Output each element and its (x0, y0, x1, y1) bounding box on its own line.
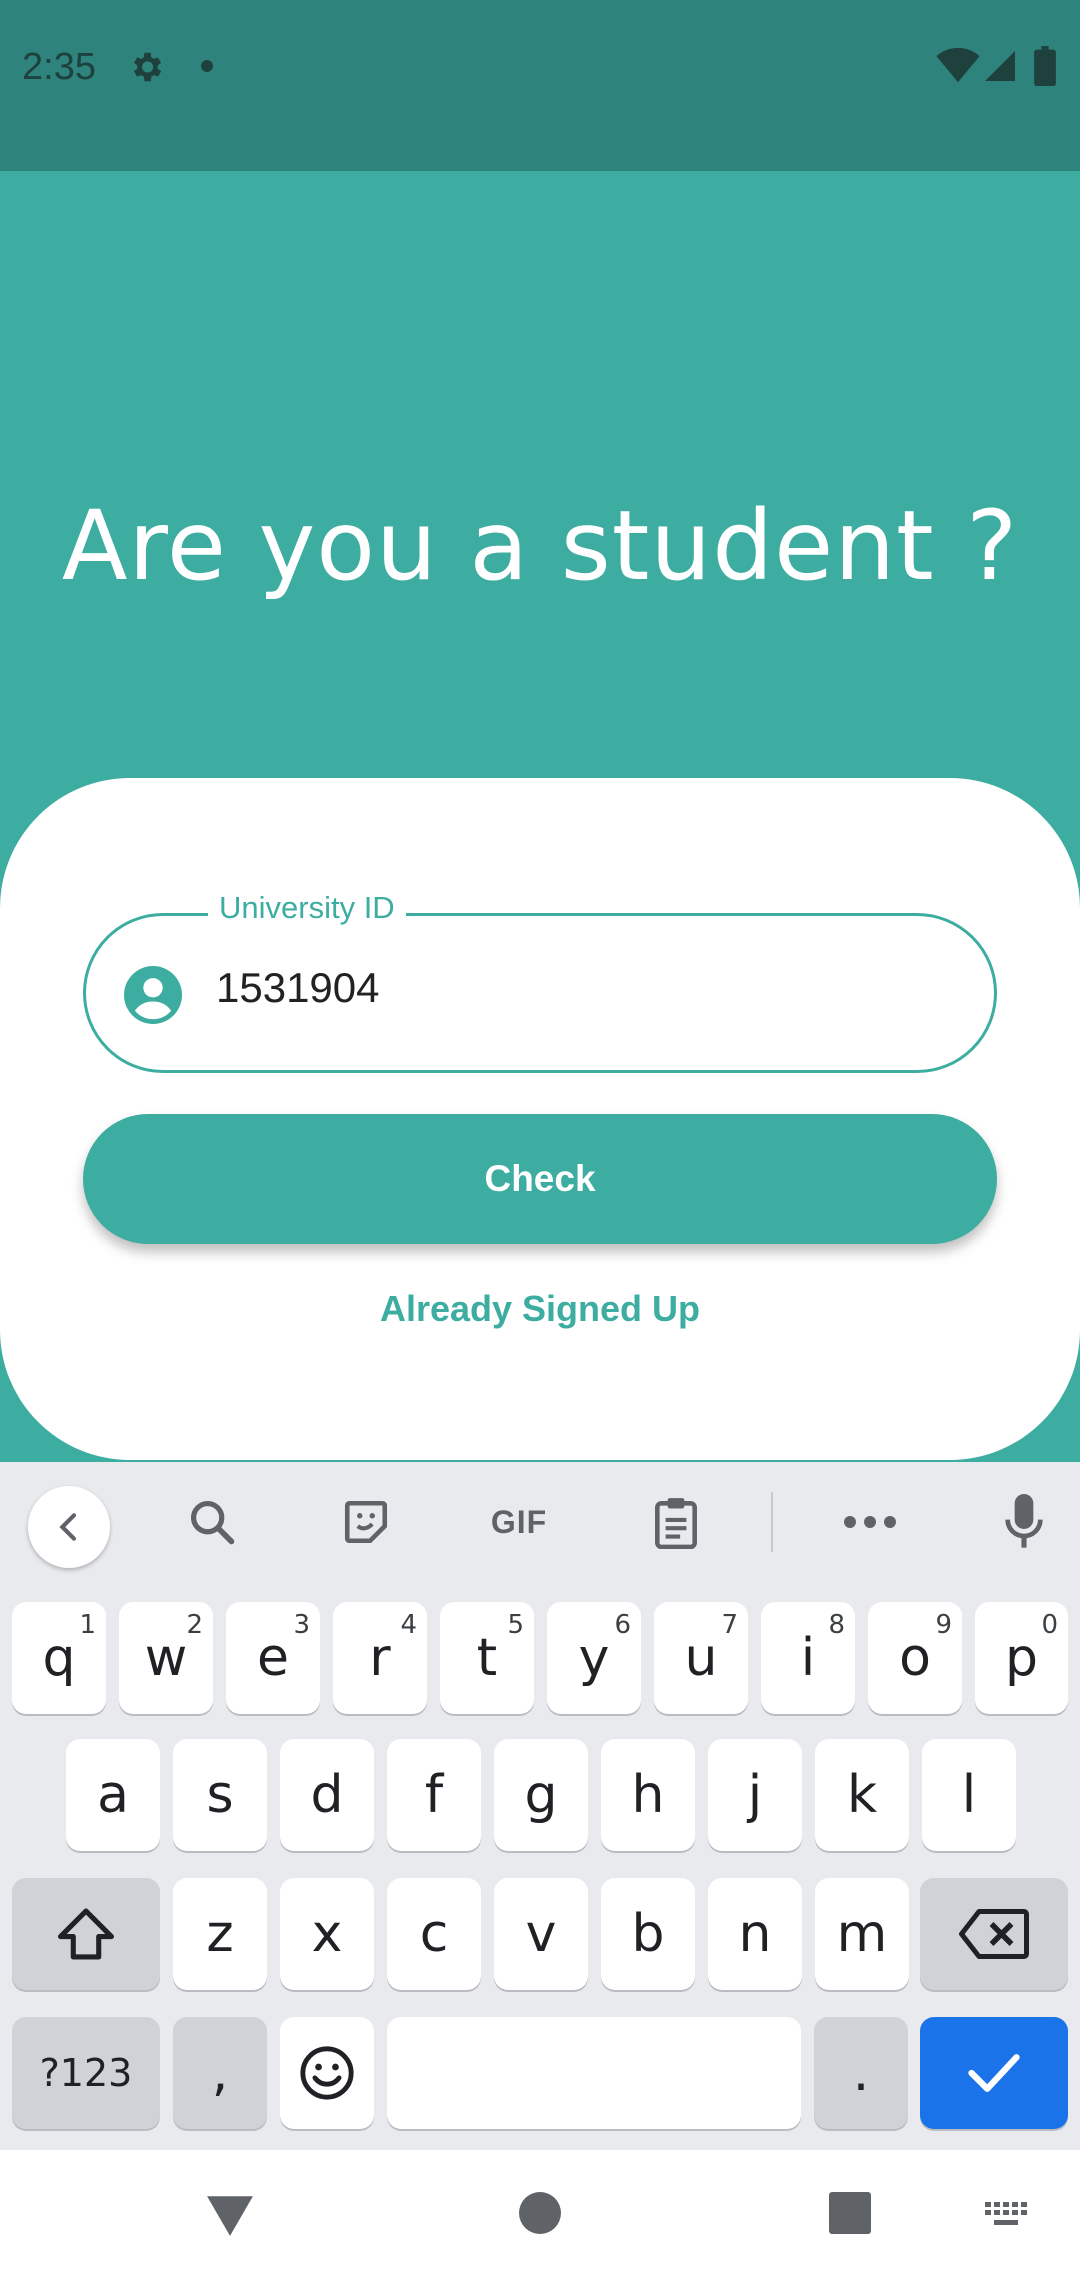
nav-recents-icon[interactable] (829, 2192, 871, 2234)
key-g[interactable]: g (494, 1739, 588, 1851)
keyboard-switch-icon[interactable] (984, 2200, 1030, 2230)
enter-key[interactable] (920, 2017, 1068, 2129)
period-key[interactable]: . (814, 2017, 908, 2129)
key-y[interactable]: y6 (547, 1602, 641, 1714)
sticker-icon[interactable] (338, 1494, 394, 1550)
signup-card: University ID 1531904 Check Already Sign… (0, 778, 1080, 1460)
key-s[interactable]: s (173, 1739, 267, 1851)
search-icon[interactable] (184, 1494, 240, 1550)
page-title: Are you a student ? (61, 490, 1019, 602)
toolbar-divider (771, 1492, 773, 1552)
emoji-key[interactable] (280, 2017, 374, 2129)
microphone-icon[interactable] (996, 1494, 1052, 1550)
key-m[interactable]: m (815, 1878, 909, 1990)
soft-keyboard: GIF q1 w2 e3 r4 t5 y6 u7 i8 o9 p0 a s d … (0, 1462, 1080, 2150)
key-p[interactable]: p0 (975, 1602, 1068, 1714)
system-navigation-bar (0, 2150, 1080, 2280)
key-v[interactable]: v (494, 1878, 588, 1990)
key-i[interactable]: i8 (761, 1602, 855, 1714)
cell-signal-icon (985, 51, 1015, 81)
key-e[interactable]: e3 (226, 1602, 320, 1714)
key-j[interactable]: j (708, 1739, 802, 1851)
comma-key[interactable]: , (173, 2017, 267, 2129)
chevron-left-icon (59, 1513, 77, 1541)
space-key[interactable] (387, 2017, 801, 2129)
key-d[interactable]: d (280, 1739, 374, 1851)
key-n[interactable]: n (708, 1878, 802, 1990)
status-time: 2:35 (22, 46, 96, 88)
status-bar: 2:35 (0, 0, 1080, 171)
key-r[interactable]: r4 (333, 1602, 427, 1714)
gif-button[interactable]: GIF (484, 1494, 554, 1550)
key-a[interactable]: a (66, 1739, 160, 1851)
battery-icon (1034, 46, 1056, 86)
key-k[interactable]: k (815, 1739, 909, 1851)
nav-back-icon[interactable] (205, 2192, 255, 2238)
key-l[interactable]: l (922, 1739, 1016, 1851)
key-x[interactable]: x (280, 1878, 374, 1990)
settings-gear-icon (133, 52, 162, 82)
key-b[interactable]: b (601, 1878, 695, 1990)
check-button[interactable]: Check (83, 1114, 997, 1244)
clipboard-icon[interactable] (648, 1494, 704, 1550)
key-w[interactable]: w2 (119, 1602, 213, 1714)
backspace-key[interactable] (920, 1878, 1068, 1990)
nav-home-icon[interactable] (519, 2192, 561, 2234)
key-f[interactable]: f (387, 1739, 481, 1851)
more-options-icon[interactable] (842, 1494, 898, 1550)
gif-label: GIF (490, 1503, 548, 1540)
shift-key[interactable] (12, 1878, 160, 1990)
already-signed-up-link[interactable]: Already Signed Up (0, 1288, 1080, 1330)
wifi-icon (936, 48, 980, 83)
university-id-field[interactable]: University ID 1531904 (83, 890, 997, 1073)
toolbar-back-button[interactable] (28, 1486, 110, 1568)
key-c[interactable]: c (387, 1878, 481, 1990)
university-id-input[interactable]: 1531904 (216, 964, 380, 1012)
key-o[interactable]: o9 (868, 1602, 962, 1714)
emoji-smile-icon (300, 2046, 354, 2100)
key-h[interactable]: h (601, 1739, 695, 1851)
keyboard-toolbar: GIF (0, 1462, 1080, 1584)
backspace-icon (959, 1909, 1029, 1959)
key-z[interactable]: z (173, 1878, 267, 1990)
checkmark-icon (968, 2054, 1020, 2092)
key-u[interactable]: u7 (654, 1602, 748, 1714)
account-circle-icon (124, 966, 182, 1024)
notification-dot-icon (201, 60, 213, 72)
key-q[interactable]: q1 (12, 1602, 106, 1714)
shift-arrow-icon (58, 1908, 114, 1960)
key-t[interactable]: t5 (440, 1602, 534, 1714)
symbols-key[interactable]: ?123 (12, 2017, 160, 2129)
university-id-label: University ID (208, 890, 406, 926)
